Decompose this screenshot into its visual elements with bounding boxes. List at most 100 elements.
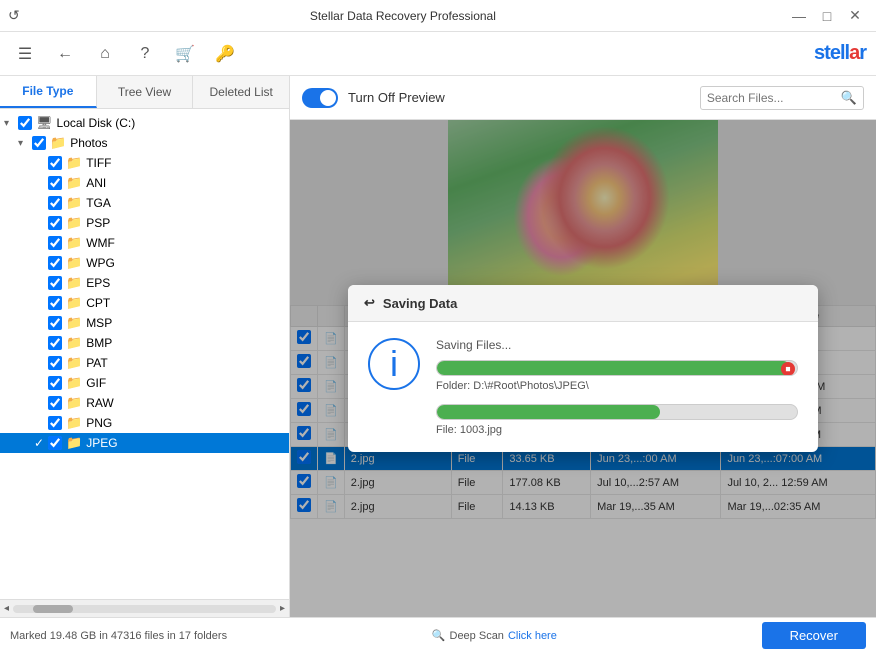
tga-label: TGA bbox=[86, 196, 111, 210]
folder-icon: 📁 bbox=[66, 395, 82, 411]
folder-icon: 📁 bbox=[66, 295, 82, 311]
tiff-checkbox[interactable] bbox=[48, 156, 62, 170]
folder-icon: 📁 bbox=[66, 315, 82, 331]
status-bar: Marked 19.48 GB in 47316 files in 17 fol… bbox=[0, 617, 876, 653]
tree-item-png[interactable]: 📁 PNG bbox=[0, 413, 289, 433]
stop-button[interactable]: ⏹ bbox=[781, 362, 795, 376]
tab-deleted-list[interactable]: Deleted List bbox=[193, 76, 289, 108]
chevron-down-icon: ▾ bbox=[4, 118, 18, 129]
overall-progress-fill bbox=[437, 361, 790, 375]
cpt-checkbox[interactable] bbox=[48, 296, 62, 310]
folder-icon: 📁 bbox=[50, 135, 66, 151]
scroll-left-icon[interactable]: ◂ bbox=[4, 603, 9, 614]
toggle-label: Turn Off Preview bbox=[348, 90, 445, 105]
tree-item-wpg[interactable]: 📁 WPG bbox=[0, 253, 289, 273]
title-bar: ↺ Stellar Data Recovery Professional — □… bbox=[0, 0, 876, 32]
wmf-checkbox[interactable] bbox=[48, 236, 62, 250]
deep-scan-label: Deep Scan bbox=[450, 630, 504, 642]
raw-checkbox[interactable] bbox=[48, 396, 62, 410]
tree-item-pat[interactable]: 📁 PAT bbox=[0, 353, 289, 373]
back-button[interactable]: ← bbox=[50, 39, 80, 69]
folder-icon: 📁 bbox=[66, 335, 82, 351]
tab-tree-view[interactable]: Tree View bbox=[97, 76, 194, 108]
msp-label: MSP bbox=[86, 316, 112, 330]
dialog-content: Saving Files... ⏹ Folder: D:\#Root\Photo… bbox=[436, 338, 798, 436]
tree-item-cpt[interactable]: 📁 CPT bbox=[0, 293, 289, 313]
search-input[interactable] bbox=[707, 91, 837, 105]
bmp-checkbox[interactable] bbox=[48, 336, 62, 350]
localdisk-label: Local Disk (C:) bbox=[57, 116, 136, 130]
folder-icon: 📁 bbox=[66, 155, 82, 171]
click-here-link[interactable]: Click here bbox=[508, 630, 557, 642]
tab-file-type[interactable]: File Type bbox=[0, 76, 97, 108]
png-label: PNG bbox=[86, 416, 112, 430]
title-bar-left: ↺ bbox=[8, 7, 20, 24]
eps-label: EPS bbox=[86, 276, 110, 290]
tree-item-tga[interactable]: 📁 TGA bbox=[0, 193, 289, 213]
bmp-label: BMP bbox=[86, 336, 112, 350]
tree-item-raw[interactable]: 📁 RAW bbox=[0, 393, 289, 413]
menu-button[interactable]: ☰ bbox=[10, 39, 40, 69]
tree-item-photos[interactable]: ▾ 📁 Photos bbox=[0, 133, 289, 153]
key-button[interactable]: 🔑 bbox=[210, 39, 240, 69]
wpg-checkbox[interactable] bbox=[48, 256, 62, 270]
scroll-right-icon[interactable]: ▸ bbox=[280, 603, 285, 614]
tree-item-psp[interactable]: 📁 PSP bbox=[0, 213, 289, 233]
psp-checkbox[interactable] bbox=[48, 216, 62, 230]
maximize-button[interactable]: □ bbox=[814, 6, 840, 26]
tree-item-gif[interactable]: 📁 GIF bbox=[0, 373, 289, 393]
stellar-logo: stellar bbox=[814, 42, 866, 65]
folder-icon: 📁 bbox=[66, 255, 82, 271]
search-icon-small: 🔍 bbox=[432, 629, 446, 642]
tiff-label: TIFF bbox=[86, 156, 111, 170]
hdd-icon: 🖥 bbox=[36, 115, 53, 131]
jpeg-checkbox[interactable] bbox=[48, 436, 62, 450]
right-header: Turn Off Preview 🔍 bbox=[290, 76, 876, 120]
tree-item-wmf[interactable]: 📁 WMF bbox=[0, 233, 289, 253]
tree-item-eps[interactable]: 📁 EPS bbox=[0, 273, 289, 293]
file-label: File: 1003.jpg bbox=[436, 424, 798, 436]
saving-dialog: ↩ Saving Data i Saving Files... ⏹ Folder… bbox=[348, 285, 818, 452]
pat-checkbox[interactable] bbox=[48, 356, 62, 370]
tree-item-localdisk[interactable]: ▾ 🖥 Local Disk (C:) bbox=[0, 113, 289, 133]
tree-item-ani[interactable]: 📁 ANI bbox=[0, 173, 289, 193]
scroll-track[interactable] bbox=[13, 605, 276, 613]
dialog-title-icon: ↩ bbox=[364, 295, 375, 311]
app-title: Stellar Data Recovery Professional bbox=[20, 9, 786, 23]
folder-icon: 📁 bbox=[66, 275, 82, 291]
window-controls: — □ ✕ bbox=[786, 6, 868, 26]
cart-button[interactable]: 🛒 bbox=[170, 39, 200, 69]
jpeg-label: JPEG bbox=[86, 436, 117, 450]
localdisk-checkbox[interactable] bbox=[18, 116, 32, 130]
right-panel: Turn Off Preview 🔍 ↩ Saving Data i bbox=[290, 76, 876, 617]
cpt-label: CPT bbox=[86, 296, 110, 310]
search-box: 🔍 bbox=[700, 86, 864, 110]
folder-icon: 📁 bbox=[66, 175, 82, 191]
ani-checkbox[interactable] bbox=[48, 176, 62, 190]
recover-button[interactable]: Recover bbox=[762, 622, 866, 649]
close-button[interactable]: ✕ bbox=[842, 6, 868, 26]
folder-icon: 📁 bbox=[66, 355, 82, 371]
tree-item-bmp[interactable]: 📁 BMP bbox=[0, 333, 289, 353]
tree-item-tiff[interactable]: 📁 TIFF bbox=[0, 153, 289, 173]
help-button[interactable]: ? bbox=[130, 39, 160, 69]
folder-icon: 📁 bbox=[66, 375, 82, 391]
png-checkbox[interactable] bbox=[48, 416, 62, 430]
tree-item-msp[interactable]: 📁 MSP bbox=[0, 313, 289, 333]
folder-icon: 📁 bbox=[66, 235, 82, 251]
main-layout: File Type Tree View Deleted List ▾ 🖥 Loc… bbox=[0, 76, 876, 617]
tga-checkbox[interactable] bbox=[48, 196, 62, 210]
home-button[interactable]: ⌂ bbox=[90, 39, 120, 69]
preview-toggle[interactable] bbox=[302, 88, 338, 108]
file-progress-fill bbox=[437, 405, 660, 419]
minimize-button[interactable]: — bbox=[786, 6, 812, 26]
dialog-body: i Saving Files... ⏹ Folder: D:\#Root\Pho… bbox=[348, 322, 818, 452]
photos-checkbox[interactable] bbox=[32, 136, 46, 150]
gif-checkbox[interactable] bbox=[48, 376, 62, 390]
toolbar: ☰ ← ⌂ ? 🛒 🔑 stellar bbox=[0, 32, 876, 76]
raw-label: RAW bbox=[86, 396, 114, 410]
msp-checkbox[interactable] bbox=[48, 316, 62, 330]
eps-checkbox[interactable] bbox=[48, 276, 62, 290]
deep-scan-area: 🔍 Deep Scan Click here bbox=[432, 629, 557, 642]
tree-item-jpeg[interactable]: ✓ 📁 JPEG bbox=[0, 433, 289, 453]
